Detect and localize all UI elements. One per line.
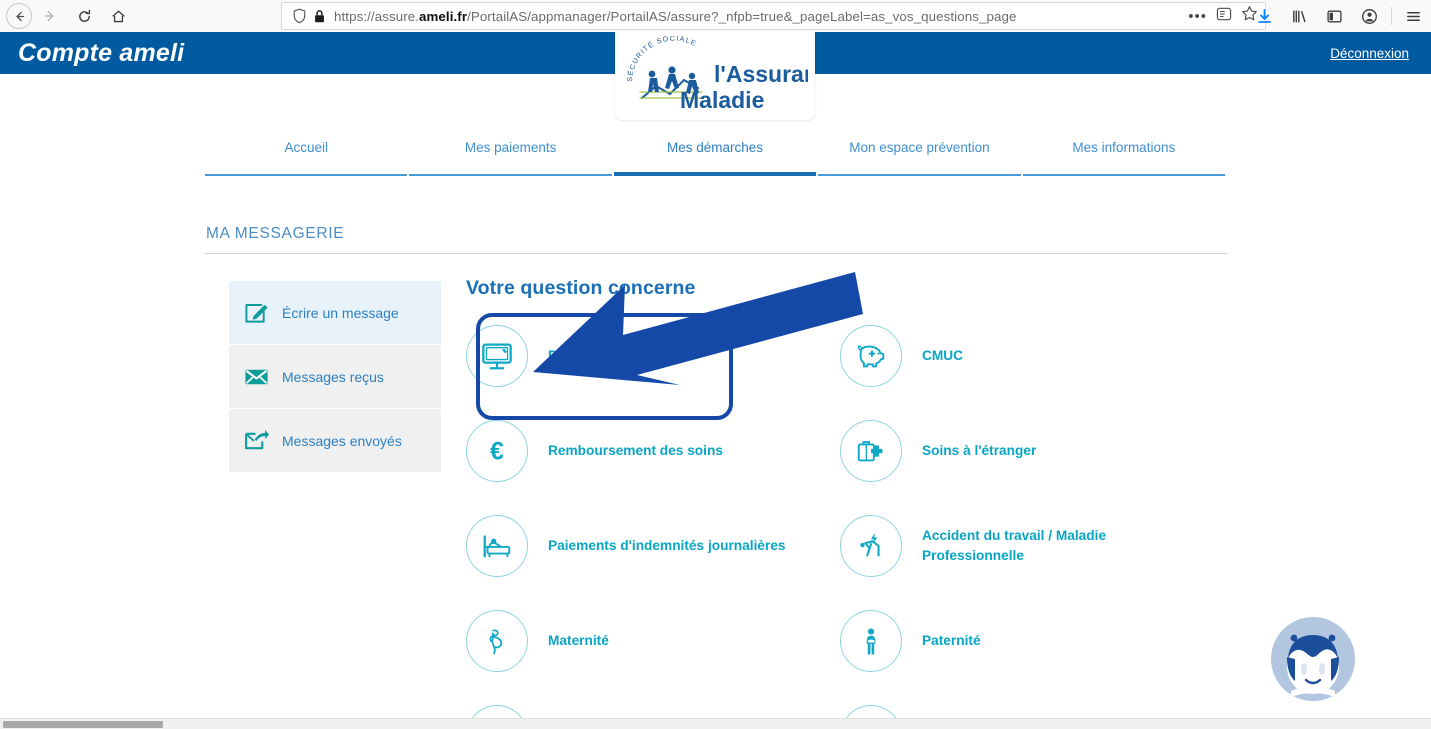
logo-line1: l'Assurance (714, 61, 808, 87)
category-remboursement-des-soins[interactable]: € Remboursement des soins (466, 417, 840, 484)
pregnant-woman-icon (466, 609, 528, 672)
question-category-panel: Votre question concerne Droits et démarc… (466, 277, 1266, 729)
parent-with-baby-icon (840, 609, 902, 672)
sidebar-item-label: Messages reçus (282, 368, 384, 385)
forward-arrow-icon[interactable] (34, 2, 66, 30)
url-domain: ameli.fr (419, 8, 468, 24)
reader-view-icon[interactable] (1216, 6, 1232, 27)
category-soins-a-letranger[interactable]: Soins à l'étranger (840, 417, 1214, 484)
category-paiements-dindemnites-journalieres[interactable]: Paiements d'indemnités journalières (466, 512, 840, 579)
sidebar-item-label: Messages envoyés (282, 432, 402, 449)
envelope-inbox-icon (243, 364, 269, 390)
category-paternite[interactable]: Paternité (840, 607, 1214, 674)
account-avatar-icon[interactable] (1352, 0, 1387, 32)
url-text[interactable]: https://assure.ameli.fr/PortailAS/appman… (331, 9, 1180, 24)
piggy-bank-plus-icon (840, 324, 902, 387)
page-viewport: Compte ameli Déconnexion SÉCURITÉ SOCIAL… (0, 32, 1431, 729)
section-divider (205, 253, 1227, 254)
ellipsis-icon[interactable]: ••• (1188, 8, 1207, 25)
url-prefix: https://assure. (334, 8, 420, 24)
euro-symbol-icon: € (466, 419, 528, 482)
svg-text:€: € (490, 438, 504, 465)
tracking-protection-shield-icon[interactable] (289, 8, 309, 24)
browser-toolbar-right (1247, 0, 1431, 32)
sidebar-item-messages-envoyes[interactable]: Messages envoyés (229, 409, 441, 473)
category-label: Paternité (922, 632, 981, 648)
main-navigation: Accueil Mes paiements Mes démarches Mon … (204, 136, 1226, 176)
url-bar[interactable]: https://assure.ameli.fr/PortailAS/appman… (281, 2, 1266, 30)
category-maternite[interactable]: Maternité (466, 607, 840, 674)
suitcase-medical-cross-icon (840, 419, 902, 482)
category-label: Accident du travail / Maladie Profession… (922, 527, 1107, 563)
category-accident-du-travail-maladie-professionnelle[interactable]: Accident du travail / Maladie Profession… (840, 512, 1214, 579)
logo-line2: Maladie (680, 87, 764, 113)
home-icon[interactable] (102, 2, 134, 30)
hamburger-menu-icon[interactable] (1396, 0, 1431, 32)
tab-mon-espace-prevention[interactable]: Mon espace prévention (817, 136, 1022, 176)
messagerie-sidebar: Écrire un message Messages reçus Message… (229, 281, 441, 473)
tab-mes-demarches[interactable]: Mes démarches (613, 136, 817, 176)
sidebar-item-messages-recus[interactable]: Messages reçus (229, 345, 441, 409)
horizontal-scrollbar[interactable] (0, 718, 1431, 729)
category-cmuc[interactable]: CMUC (840, 322, 1214, 389)
category-label: Remboursement des soins (548, 442, 723, 458)
section-heading: MA MESSAGERIE (206, 225, 345, 242)
category-grid: Droits et démarches CMUC € Remboursement… (466, 322, 1266, 729)
url-suffix: /PortailAS/appmanager/PortailAS/assure?_… (467, 8, 1017, 24)
back-arrow-icon[interactable] (6, 3, 32, 29)
sidebar-item-ecrire-un-message[interactable]: Écrire un message (229, 281, 441, 345)
sidebar-item-label: Écrire un message (282, 304, 399, 321)
assurance-maladie-figures-icon: SÉCURITÉ SOCIALE l'Assurance Ma (625, 36, 808, 113)
tab-label: Mes démarches (666, 140, 764, 155)
pencil-compose-icon (243, 300, 269, 326)
category-label: Droits et démarches (548, 347, 680, 363)
padlock-icon[interactable] (309, 9, 329, 24)
category-label: Paiements d'indemnités journalières (548, 537, 786, 553)
category-label: Maternité (548, 632, 609, 648)
main-heading: Votre question concerne (466, 277, 696, 299)
category-label: CMUC (922, 347, 964, 363)
tab-accueil[interactable]: Accueil (204, 136, 408, 176)
page-title: Compte ameli (18, 39, 185, 67)
tab-label: Mon espace prévention (849, 140, 990, 155)
scrollbar-thumb[interactable] (3, 721, 163, 728)
monitor-screen-icon (466, 324, 528, 387)
reload-icon[interactable] (68, 2, 100, 30)
browser-window: https://assure.ameli.fr/PortailAS/appman… (0, 0, 1431, 729)
sidebar-panel-icon[interactable] (1317, 0, 1352, 32)
logout-link[interactable]: Déconnexion (1330, 46, 1409, 61)
navigation-buttons (0, 2, 134, 30)
category-droits-et-demarches[interactable]: Droits et démarches (466, 322, 840, 389)
envelope-sent-arrow-icon (243, 428, 269, 454)
hospital-bed-icon (466, 514, 528, 577)
browser-toolbar: https://assure.ameli.fr/PortailAS/appman… (0, 0, 1431, 32)
tab-label: Mes informations (1072, 140, 1176, 155)
tab-label: Accueil (284, 140, 328, 155)
tab-label: Mes paiements (464, 140, 557, 155)
worker-injury-icon (840, 514, 902, 577)
tab-mes-paiements[interactable]: Mes paiements (408, 136, 613, 176)
assurance-maladie-logo[interactable]: SÉCURITÉ SOCIALE l'Assurance Ma (615, 32, 815, 120)
chatbot-robot-avatar-icon[interactable] (1269, 615, 1357, 703)
downloads-arrow-icon[interactable] (1247, 0, 1282, 32)
svg-text:SÉCURITÉ SOCIALE: SÉCURITÉ SOCIALE (625, 36, 698, 82)
tab-mes-informations[interactable]: Mes informations (1022, 136, 1226, 176)
toolbar-divider (1391, 7, 1392, 25)
category-label: Soins à l'étranger (922, 442, 1037, 458)
library-books-icon[interactable] (1282, 0, 1317, 32)
